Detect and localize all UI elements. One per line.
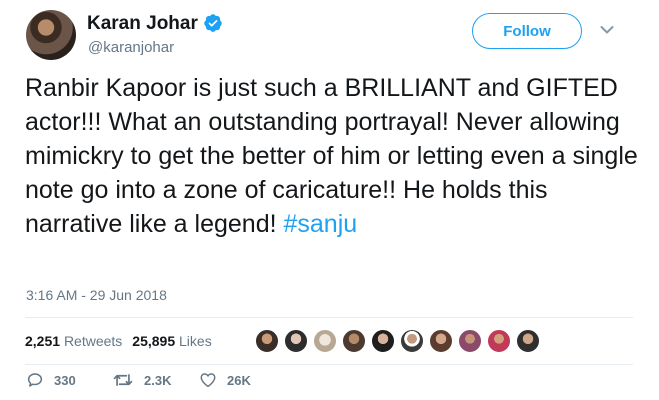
reply-action[interactable]: 330 [26,370,76,390]
follow-button[interactable]: Follow [472,13,582,49]
display-name[interactable]: Karan Johar [87,13,198,35]
divider [25,317,633,318]
liker-avatar[interactable] [284,329,308,353]
hashtag-link[interactable]: #sanju [284,210,358,238]
user-handle[interactable]: @karanjohar [88,39,174,56]
divider [25,364,633,365]
tweet-timestamp[interactable]: 3:16 AM - 29 Jun 2018 [26,287,167,303]
retweet-action[interactable]: 2.3K [112,370,171,390]
engagement-stats: 2,251 Retweets 25,895 Likes [25,333,212,349]
avatar[interactable] [26,10,76,60]
like-count: 26K [227,372,251,388]
likes-stat[interactable]: 25,895 Likes [132,333,211,349]
liker-avatar[interactable] [342,329,366,353]
liker-avatar[interactable] [400,329,424,353]
retweet-count: 2.3K [144,372,172,388]
liker-avatar[interactable] [313,329,337,353]
tweet-text: Ranbir Kapoor is just such a BRILLIANT a… [25,71,645,241]
reply-icon [27,373,43,387]
liker-avatar[interactable] [429,329,453,353]
retweets-stat[interactable]: 2,251 Retweets [25,333,122,349]
liker-avatar[interactable] [487,329,511,353]
liker-avatar[interactable] [371,329,395,353]
retweets-label: Retweets [63,333,123,349]
likes-count: 25,895 [132,333,176,349]
liker-avatar[interactable] [255,329,279,353]
likes-label: Likes [179,333,212,349]
retweets-count: 2,251 [25,333,61,349]
verified-badge-icon [204,14,222,32]
like-action[interactable]: 26K [199,370,251,390]
chevron-down-icon[interactable] [600,25,614,35]
liker-avatar[interactable] [458,329,482,353]
reply-count: 330 [54,372,76,388]
heart-icon [200,373,216,388]
liker-avatar[interactable] [516,329,540,353]
retweet-icon [113,374,133,386]
